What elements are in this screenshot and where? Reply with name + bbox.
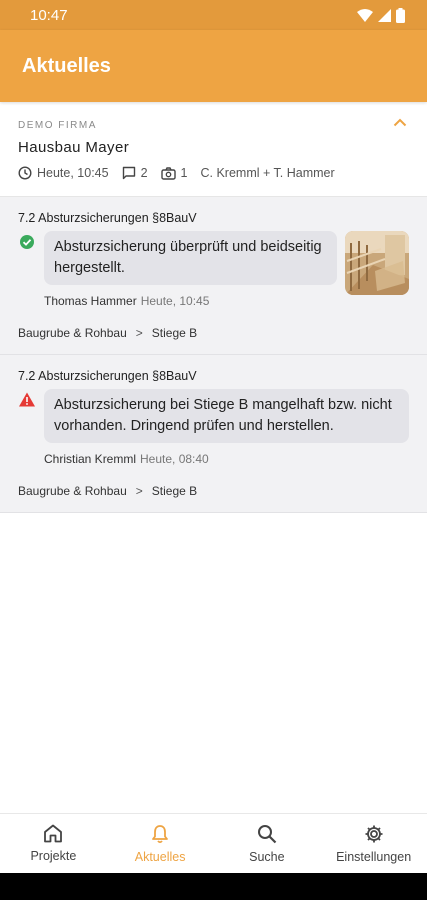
camera-icon <box>160 166 176 180</box>
nav-item-einstellungen[interactable]: Einstellungen <box>320 814 427 873</box>
meta-photos-count: 1 <box>180 166 188 180</box>
message-time: Heute, 08:40 <box>140 452 209 466</box>
breadcrumb[interactable]: Baugrube & Rohbau > Stiege B <box>18 326 409 340</box>
meta-people-text: C. Kremml + T. Hammer <box>200 166 335 180</box>
author-name: Thomas Hammer <box>44 294 137 308</box>
photo-thumbnail[interactable] <box>345 231 409 295</box>
meta-updated-text: Heute, 10:45 <box>37 166 109 180</box>
nav-item-projekte[interactable]: Projekte <box>0 814 107 873</box>
signal-icon <box>378 8 391 22</box>
breadcrumb-item: Stiege B <box>151 326 198 340</box>
chevron-right-icon: > <box>135 326 143 340</box>
status-time: 10:47 <box>30 6 68 24</box>
message-bubble: Absturzsicherung überprüft und beidseiti… <box>44 231 337 285</box>
gear-icon <box>365 825 383 842</box>
meta-photos: 1 <box>160 166 188 180</box>
nav-label-einstellungen: Einstellungen <box>336 849 412 864</box>
feed-item[interactable]: 7.2 Absturzsicherungen §8BauV Absturzsic… <box>0 355 427 513</box>
message-time: Heute, 10:45 <box>140 294 210 308</box>
warning-icon <box>19 392 35 407</box>
clock-icon <box>18 166 32 180</box>
status-bar: 10:47 <box>0 0 427 30</box>
wifi-icon <box>357 8 373 22</box>
author-row: Thomas Hammer Heute, 10:45 <box>44 294 337 308</box>
item-heading: 7.2 Absturzsicherungen §8BauV <box>18 211 197 225</box>
check-circle-icon <box>20 235 34 249</box>
nav-label-suche: Suche <box>249 849 285 864</box>
nav-label-aktuelles: Aktuelles <box>134 849 186 864</box>
item-heading: 7.2 Absturzsicherungen §8BauV <box>18 369 197 383</box>
comment-icon <box>122 166 135 180</box>
project-meta: Heute, 10:45 2 1 C. Kremml + T. Hammer <box>18 166 409 180</box>
system-gesture-bar <box>0 873 427 900</box>
meta-comments-count: 2 <box>140 166 148 180</box>
nav-item-suche[interactable]: Suche <box>214 814 321 873</box>
author-name: Christian Kremml <box>44 452 137 466</box>
bell-icon <box>152 824 169 843</box>
company-label: DEMO FIRMA <box>18 120 97 131</box>
page-title: Aktuelles <box>22 54 111 77</box>
nav-item-aktuelles[interactable]: Aktuelles <box>107 814 214 873</box>
feed-list: 7.2 Absturzsicherungen §8BauV Absturzsic… <box>0 197 427 513</box>
meta-updated: Heute, 10:45 <box>18 166 109 180</box>
nav-label-projekte: Projekte <box>30 849 77 863</box>
project-name: Hausbau Mayer <box>18 139 130 156</box>
app-bar: Aktuelles <box>0 30 427 102</box>
chevron-up-icon[interactable] <box>393 118 407 127</box>
breadcrumb-item: Stiege B <box>151 484 198 498</box>
meta-comments: 2 <box>122 166 148 180</box>
message-bubble: Absturzsicherung bei Stiege B mangelhaft… <box>44 389 409 443</box>
breadcrumb-item: Baugrube & Rohbau <box>18 484 127 498</box>
breadcrumb-item: Baugrube & Rohbau <box>18 326 127 340</box>
battery-icon <box>396 7 405 23</box>
project-card[interactable]: DEMO FIRMA Hausbau Mayer Heute, 10:45 2 … <box>0 102 427 197</box>
home-icon <box>44 824 63 843</box>
status-icons <box>357 7 405 23</box>
search-icon <box>257 824 277 843</box>
breadcrumb[interactable]: Baugrube & Rohbau > Stiege B <box>18 484 409 498</box>
feed-item[interactable]: 7.2 Absturzsicherungen §8BauV Absturzsic… <box>0 197 427 355</box>
bottom-navigation: Projekte Aktuelles Suche Einstellungen <box>0 813 427 873</box>
author-row: Christian Kremml Heute, 08:40 <box>44 452 409 466</box>
construction-photo-image <box>345 231 409 295</box>
meta-people: C. Kremml + T. Hammer <box>201 166 335 180</box>
chevron-right-icon: > <box>135 484 143 498</box>
